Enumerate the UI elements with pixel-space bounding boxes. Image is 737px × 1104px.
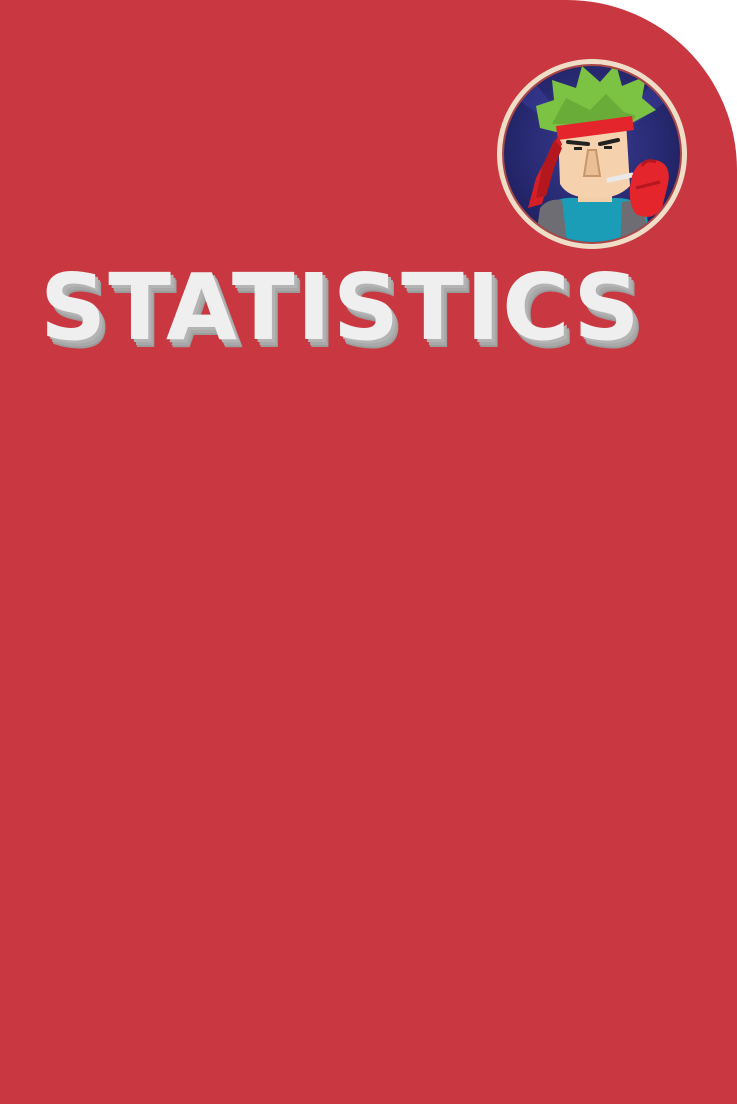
page-title: STATISTICS: [40, 254, 642, 361]
statistics-panel: STATISTICS: [0, 0, 737, 1104]
character-avatar-icon[interactable]: [496, 58, 688, 250]
